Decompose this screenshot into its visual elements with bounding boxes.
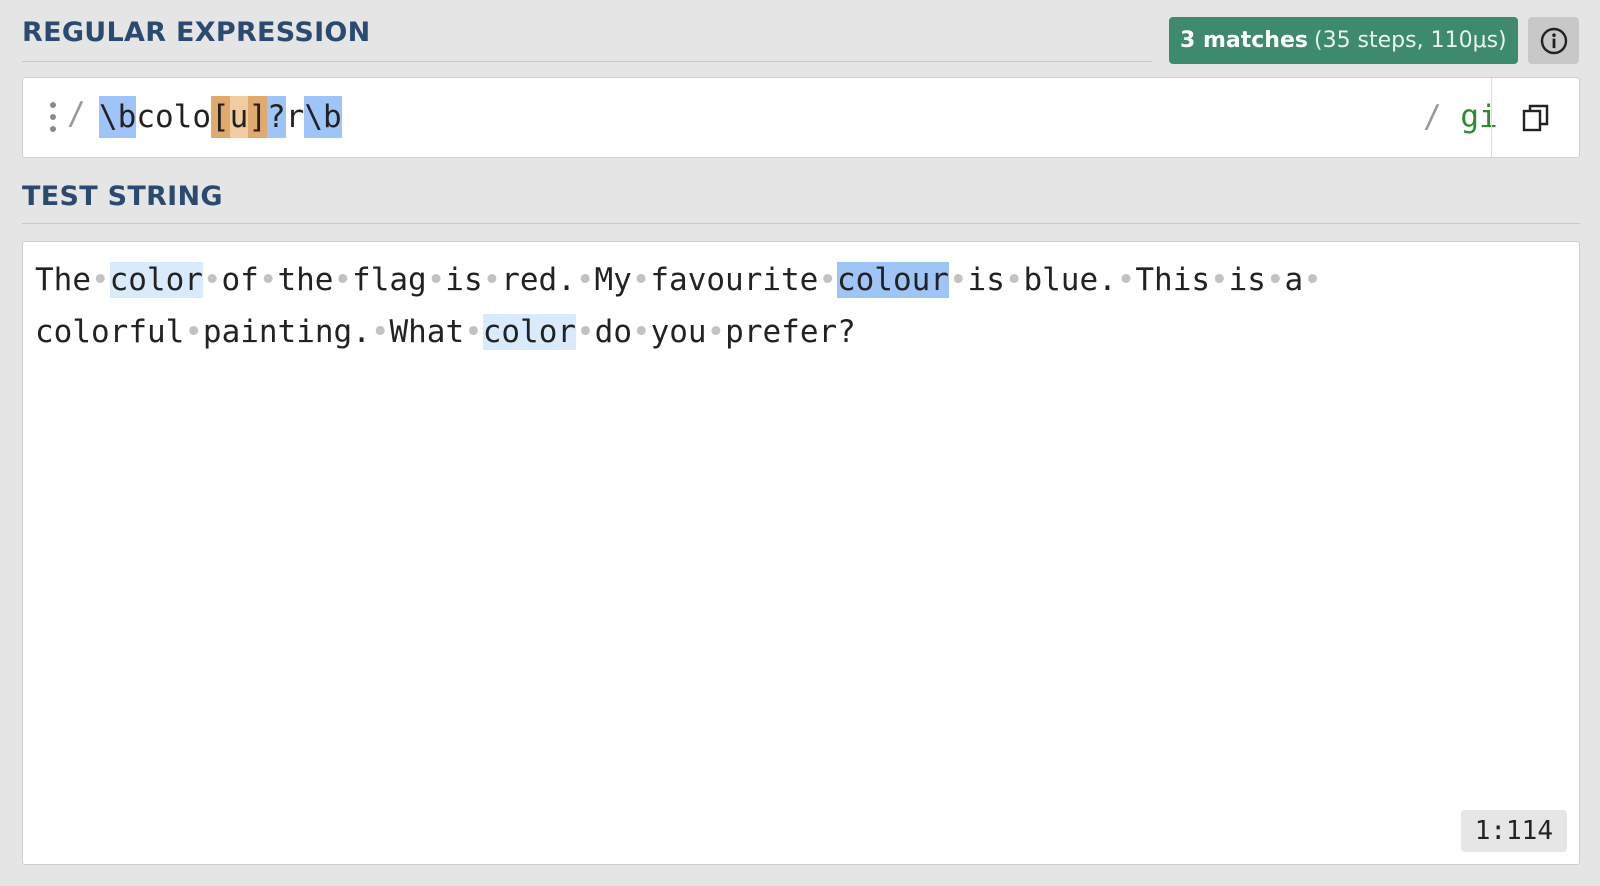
- space-dot-icon: [91, 254, 110, 306]
- test-word: is: [445, 262, 483, 298]
- test-word: prefer?: [725, 314, 856, 350]
- test-word: favourite: [650, 262, 819, 298]
- space-dot-icon: [1117, 254, 1136, 306]
- test-word: you: [650, 314, 707, 350]
- space-dot-icon: [203, 254, 222, 306]
- regex-token-lit: colo: [136, 99, 211, 135]
- match-count: 3 matches: [1180, 28, 1308, 53]
- space-dot-icon: [949, 254, 968, 306]
- space-dot-icon: [259, 254, 278, 306]
- regex-section-header: REGULAR EXPRESSION: [22, 10, 1152, 62]
- space-dot-icon: [483, 254, 502, 306]
- drag-handle-icon[interactable]: [49, 102, 57, 132]
- test-word: This: [1135, 262, 1211, 298]
- test-word: of: [221, 262, 259, 298]
- match-highlight: color: [109, 262, 203, 298]
- regex-input[interactable]: \b colo[u]? r \b: [99, 96, 342, 138]
- match-details: (35 steps, 110μs): [1313, 28, 1507, 53]
- match-highlight: color: [482, 314, 577, 350]
- copy-button[interactable]: [1491, 78, 1579, 157]
- regex-token-anchor: \b: [99, 96, 137, 138]
- copy-icon: [1522, 104, 1548, 131]
- space-dot-icon: [576, 254, 595, 306]
- space-dot-icon: [184, 306, 203, 358]
- test-word: a: [1284, 262, 1304, 298]
- test-word: painting.: [202, 314, 371, 350]
- space-dot-icon: [632, 306, 651, 358]
- test-word: The: [35, 262, 91, 298]
- space-dot-icon: [427, 254, 446, 306]
- test-word: blue.: [1023, 262, 1117, 298]
- regex-open-delimiter: /: [67, 96, 86, 132]
- test-string-input[interactable]: Thecoloroftheflagisred.Myfavouritecolour…: [35, 254, 1425, 358]
- info-circle-icon: [1540, 27, 1567, 54]
- test-word: What: [389, 314, 465, 350]
- test-section-title: TEST STRING: [22, 181, 223, 212]
- test-line: colorful painting. What colordoyou prefer?: [35, 306, 1425, 358]
- regex-token-lit: r: [285, 99, 305, 135]
- regex-token-quant: ?: [267, 96, 286, 138]
- space-dot-icon: [707, 306, 726, 358]
- info-button[interactable]: [1528, 17, 1579, 64]
- space-dot-icon: [1266, 254, 1285, 306]
- cursor-position-indicator: 1:114: [1460, 810, 1567, 852]
- regex-tester-panel: REGULAR EXPRESSION 3 matches (35 steps, …: [0, 0, 1600, 886]
- space-dot-icon: [464, 306, 483, 358]
- test-section-header: TEST STRING: [22, 172, 1580, 224]
- regex-section-title: REGULAR EXPRESSION: [22, 17, 371, 48]
- space-dot-icon: [576, 306, 595, 358]
- space-dot-icon: [632, 254, 651, 306]
- space-dot-icon: [1210, 254, 1229, 306]
- test-word: is: [967, 262, 1005, 298]
- space-dot-icon: [1303, 254, 1322, 306]
- regex-token-anchor: \b: [304, 96, 342, 138]
- space-dot-icon: [333, 254, 352, 306]
- regex-editor: / \b colo[u]? r \b / gi: [22, 77, 1580, 158]
- space-dot-icon: [1005, 254, 1024, 306]
- test-string-editor: Thecoloroftheflagisred.Myfavouritecolour…: [22, 241, 1580, 865]
- space-dot-icon: [818, 254, 837, 306]
- test-word: do: [594, 314, 632, 350]
- test-word: the: [277, 262, 334, 298]
- regex-token-set-bracket: [: [210, 96, 230, 138]
- test-word: My: [594, 262, 632, 298]
- test-line: Thecoloroftheflagisred.Myfavouritecolour…: [35, 254, 1425, 306]
- regex-close-delimiter: /: [1423, 99, 1461, 135]
- test-word: colorful: [35, 314, 185, 350]
- test-word: is: [1228, 262, 1266, 298]
- space-dot-icon: [371, 306, 390, 358]
- match-info-badge: 3 matches (35 steps, 110μs): [1169, 17, 1518, 64]
- test-word: red.: [501, 262, 576, 298]
- test-word: flag: [352, 262, 427, 298]
- regex-flags-area: / gi: [1423, 96, 1498, 138]
- match-highlight: colour: [836, 262, 949, 298]
- regex-token-set-bracket: ]: [248, 96, 267, 138]
- regex-token-set-body: u: [229, 96, 249, 138]
